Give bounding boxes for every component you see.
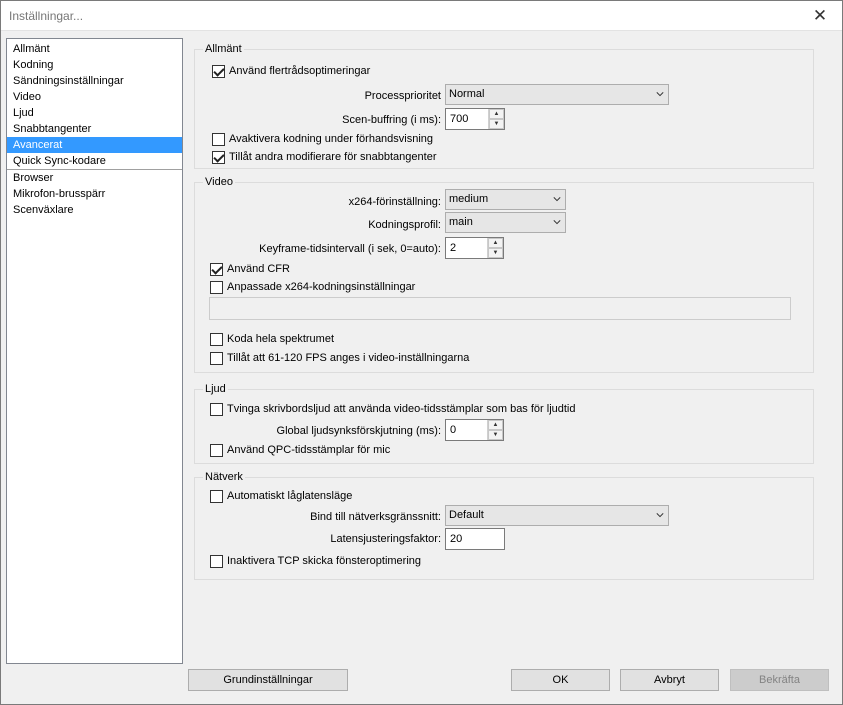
network-group-title: Nätverk xyxy=(203,470,245,484)
checkbox-box[interactable] xyxy=(212,132,225,146)
cfr-checkbox[interactable]: Använd CFR xyxy=(210,261,290,277)
close-icon: ✕ xyxy=(812,5,828,25)
audio-group: Ljud Tvinga skrivbordsljud att använda v… xyxy=(194,382,814,464)
priority-value: Normal xyxy=(449,88,485,100)
scene-buffer-label: Scen-buffring (i ms): xyxy=(342,114,441,126)
multithread-label: Använd flertrådsoptimeringar xyxy=(229,65,371,77)
general-group: Allmänt Använd flertrådsoptimeringar Pro… xyxy=(194,42,814,169)
priority-select[interactable]: Normal xyxy=(445,84,669,105)
profile-value: main xyxy=(449,216,473,228)
keyframe-spinbox[interactable]: 2 ▲ ▼ xyxy=(445,237,504,259)
force-desktop-label: Tvinga skrivbordsljud att använda video-… xyxy=(227,403,576,415)
sidebar-item-allmant[interactable]: Allmänt xyxy=(7,41,182,57)
qpc-checkbox[interactable]: Använd QPC-tidsstämplar för mic xyxy=(210,442,390,458)
bind-interface-value: Default xyxy=(449,509,484,521)
spin-down-button[interactable]: ▼ xyxy=(488,248,503,258)
sidebar-item-video[interactable]: Video xyxy=(7,89,182,105)
high-fps-label: Tillåt att 61-120 FPS anges i video-inst… xyxy=(227,352,470,364)
checkbox-box[interactable] xyxy=(210,554,223,568)
force-desktop-timestamps-checkbox[interactable]: Tvinga skrivbordsljud att använda video-… xyxy=(210,401,576,417)
spin-down-button[interactable]: ▼ xyxy=(489,119,504,129)
video-group-title: Video xyxy=(203,175,235,189)
title-bar: Inställningar... ✕ xyxy=(0,0,843,31)
checkbox-box[interactable] xyxy=(212,150,225,164)
custom-x264-checkbox[interactable]: Anpassade x264-kodningsinställningar xyxy=(210,279,415,295)
sync-offset-label: Global ljudsynksförskjutning (ms): xyxy=(276,425,441,437)
sidebar-item-avancerat[interactable]: Avancerat xyxy=(7,137,182,153)
checkbox-box[interactable] xyxy=(212,64,225,78)
sync-offset-value: 0 xyxy=(450,424,457,436)
checkbox-box[interactable] xyxy=(210,280,223,294)
sidebar-item-sandningsinstallningar[interactable]: Sändningsinställningar xyxy=(7,73,182,89)
profile-label: Kodningsprofil: xyxy=(368,219,441,231)
chevron-down-icon xyxy=(656,92,664,97)
scene-buffer-spinbox[interactable]: 700 ▲ ▼ xyxy=(445,108,505,130)
latency-factor-label: Latensjusteringsfaktor: xyxy=(330,533,441,545)
bind-interface-label: Bind till nätverksgränssnitt: xyxy=(310,511,441,523)
apply-button[interactable]: Bekräfta xyxy=(730,669,829,691)
chevron-down-icon xyxy=(553,197,561,202)
disable-preview-encoding-checkbox[interactable]: Avaktivera kodning under förhandsvisning xyxy=(212,131,433,147)
close-button[interactable]: ✕ xyxy=(797,0,843,31)
disable-preview-encoding-label: Avaktivera kodning under förhandsvisning xyxy=(229,133,434,145)
settings-category-list[interactable]: Allmänt Kodning Sändningsinställningar V… xyxy=(6,38,183,664)
sidebar-item-quick-sync[interactable]: Quick Sync-kodare xyxy=(7,153,182,169)
sidebar-item-snabbtangenter[interactable]: Snabbtangenter xyxy=(7,121,182,137)
checkbox-box[interactable] xyxy=(210,489,223,503)
cfr-label: Använd CFR xyxy=(227,263,290,275)
sidebar-item-kodning[interactable]: Kodning xyxy=(7,57,182,73)
checkbox-box[interactable] xyxy=(210,402,223,416)
cancel-button[interactable]: Avbryt xyxy=(620,669,719,691)
bind-interface-select[interactable]: Default xyxy=(445,505,669,526)
preset-label: x264-förinställning: xyxy=(348,196,441,208)
sidebar-item-scenvaxlare[interactable]: Scenväxlare xyxy=(7,202,182,218)
scene-buffer-value: 700 xyxy=(450,113,469,125)
sidebar-item-ljud[interactable]: Ljud xyxy=(7,105,182,121)
window-title: Inställningar... xyxy=(9,9,84,23)
tcp-window-label: Inaktivera TCP skicka fönsteroptimering xyxy=(227,555,422,567)
keyframe-label: Keyframe-tidsintervall (i sek, 0=auto): xyxy=(259,243,441,255)
ok-button[interactable]: OK xyxy=(511,669,610,691)
x264-preset-select[interactable]: medium xyxy=(445,189,566,210)
checkbox-box[interactable] xyxy=(210,332,223,346)
audio-group-title: Ljud xyxy=(203,382,228,396)
checkbox-box[interactable] xyxy=(210,443,223,457)
checkbox-box[interactable] xyxy=(210,351,223,365)
full-range-checkbox[interactable]: Koda hela spektrumet xyxy=(210,331,334,347)
checkbox-box[interactable] xyxy=(210,262,223,276)
high-fps-checkbox[interactable]: Tillåt att 61-120 FPS anges i video-inst… xyxy=(210,350,469,366)
multithread-checkbox[interactable]: Använd flertrådsoptimeringar xyxy=(212,63,370,79)
custom-x264-settings-input[interactable] xyxy=(209,297,791,320)
sidebar-item-browser[interactable]: Browser xyxy=(7,170,182,186)
latency-factor-input[interactable]: 20 xyxy=(445,528,505,550)
priority-label: Processprioritet xyxy=(364,90,441,102)
sidebar-item-mikrofon-brusspar[interactable]: Mikrofon-brusspärr xyxy=(7,186,182,202)
network-group: Nätverk Automatiskt låglatensläge Bind t… xyxy=(194,470,814,580)
allow-modifiers-label: Tillåt andra modifierare för snabbtangen… xyxy=(229,151,437,163)
encoding-profile-select[interactable]: main xyxy=(445,212,566,233)
preset-value: medium xyxy=(449,193,489,205)
spin-down-button[interactable]: ▼ xyxy=(488,430,503,440)
custom-x264-label: Anpassade x264-kodningsinställningar xyxy=(227,281,416,293)
qpc-label: Använd QPC-tidsstämplar för mic xyxy=(227,444,391,456)
chevron-down-icon xyxy=(553,220,561,225)
allow-modifiers-checkbox[interactable]: Tillåt andra modifierare för snabbtangen… xyxy=(212,149,437,165)
defaults-button[interactable]: Grundinställningar xyxy=(188,669,348,691)
chevron-down-icon xyxy=(656,513,664,518)
general-group-title: Allmänt xyxy=(203,42,244,56)
tcp-window-checkbox[interactable]: Inaktivera TCP skicka fönsteroptimering xyxy=(210,553,421,569)
sync-offset-spinbox[interactable]: 0 ▲ ▼ xyxy=(445,419,504,441)
full-range-label: Koda hela spektrumet xyxy=(227,333,335,345)
low-latency-checkbox[interactable]: Automatiskt låglatensläge xyxy=(210,488,352,504)
video-group: Video x264-förinställning: medium Kodnin… xyxy=(194,175,814,373)
low-latency-label: Automatiskt låglatensläge xyxy=(227,490,353,502)
keyframe-value: 2 xyxy=(450,242,457,254)
